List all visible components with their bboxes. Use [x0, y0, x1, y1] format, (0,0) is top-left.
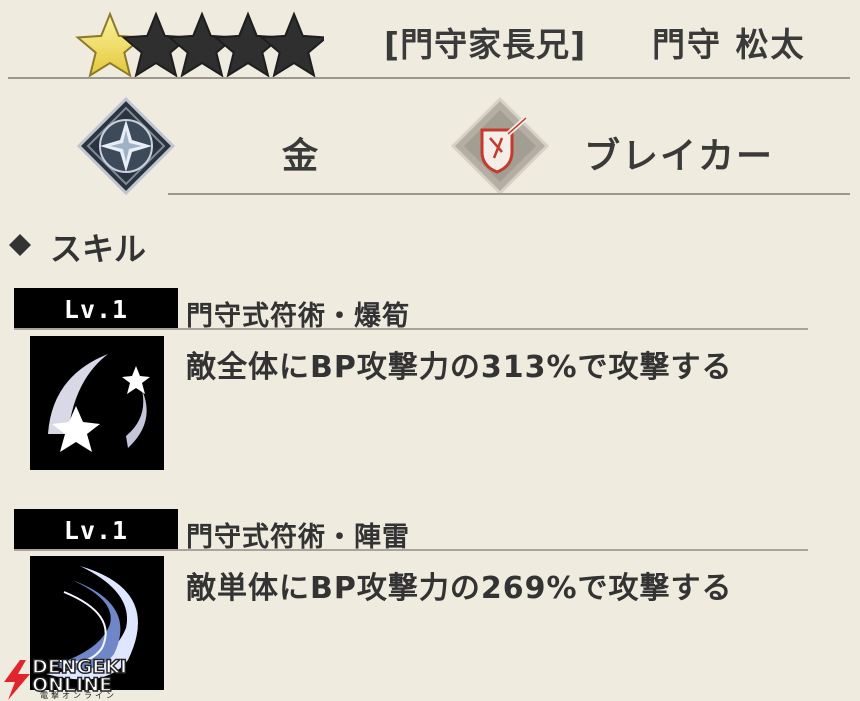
skills-section-title: スキル: [50, 230, 147, 268]
diamond-bullet-icon: [9, 234, 31, 256]
header-divider: [8, 77, 850, 79]
attributes-divider: [168, 193, 850, 195]
lightning-logo-icon: [4, 660, 30, 700]
skill-level-badge: Lv.1: [14, 509, 178, 551]
rarity-stars: [75, 11, 324, 78]
shield-breaker-icon: [450, 96, 550, 196]
skill-description: 敵全体にBP攻撃力の313%で攻撃する: [186, 350, 733, 385]
watermark-logo-text: DENGEKI ONLINE: [31, 656, 128, 696]
character-name: 門守 松太: [652, 25, 806, 64]
ice-crystal-icon: [76, 96, 176, 196]
element-label: 金: [282, 136, 319, 177]
character-title-tag: [門守家長兄]: [384, 25, 587, 64]
star-empty-icon: [259, 11, 324, 78]
skill-description: 敵単体にBP攻撃力の269%で攻撃する: [186, 571, 733, 606]
shooting-stars-icon: [30, 336, 164, 470]
skill-level-badge: Lv.1: [14, 288, 178, 330]
skill-divider: [14, 328, 808, 330]
role-label: ブレイカー: [584, 136, 775, 177]
watermark-subtext: 電撃オンライン: [40, 691, 117, 700]
skill-divider: [14, 549, 808, 551]
